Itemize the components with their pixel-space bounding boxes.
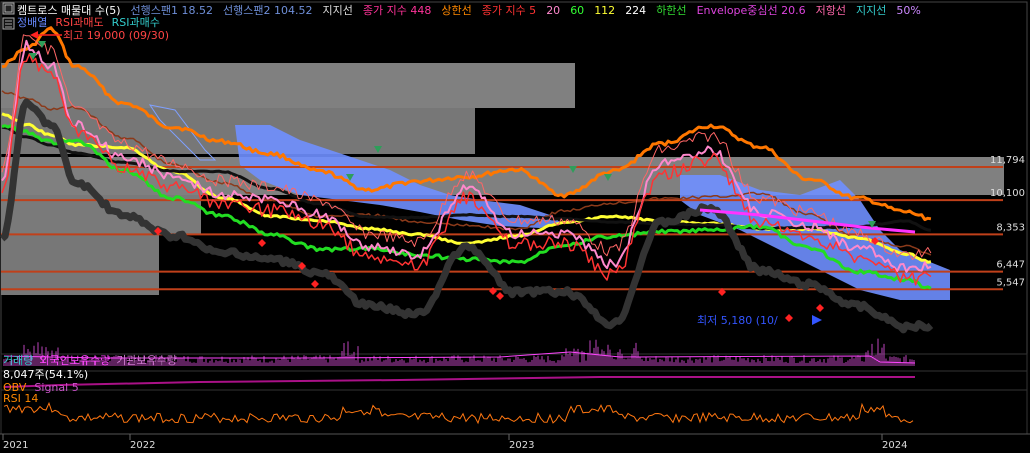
legend-item: 하한선 xyxy=(656,3,686,17)
price-level-label: 10,100 xyxy=(990,188,1025,199)
chart-canvas[interactable]: 11,794 10,100 8,353 6,447 5,547 2021 2022 2023… xyxy=(0,0,1030,453)
legend-item: 20 xyxy=(546,4,560,17)
legend-item: 외국인보유수량 xyxy=(39,354,110,367)
legend-item: 112 xyxy=(594,4,615,17)
legend-item: 지지선 xyxy=(322,4,352,17)
legend-item: 50% xyxy=(896,4,920,17)
low-label: 최저 5,180 (10/ xyxy=(697,314,778,327)
legend-item: Envelope중심선 20.6 xyxy=(697,4,806,17)
legend-item: RSI과매수 xyxy=(112,16,160,29)
legend-item: 224 xyxy=(625,4,646,17)
volume-profile-bar xyxy=(1,235,159,295)
legend-item: 거래량 xyxy=(3,354,33,367)
settings-icon[interactable] xyxy=(2,2,15,15)
legend-item: 종가 지수 5 xyxy=(482,4,536,17)
legend-item: Signal 5 xyxy=(34,381,78,394)
volume-readout: 8,047주(54.1%) xyxy=(3,368,88,381)
low-annotation: 최저 5,180 (10/ xyxy=(697,314,778,327)
legend-item: 지지선 xyxy=(856,4,886,17)
legend-item: 정배열 xyxy=(17,16,47,29)
legend-item: 기관보유수량 xyxy=(116,354,177,367)
legend-item: 종가 지수 448 xyxy=(363,4,431,17)
legend-item: 상한선 xyxy=(441,4,471,17)
legend-item: 저항선 xyxy=(816,4,846,17)
high-label: 최고 19,000 (09/30) xyxy=(63,29,169,42)
legend-item: 선행스팬2 104.52 xyxy=(223,4,312,17)
x-tick-label: 2024 xyxy=(882,440,907,451)
top-legend-row: 켐트로스 매물대 수(5) 선행스팬1 18.52 선행스팬2 104.52 지지선 종… xyxy=(17,3,921,17)
legend-item: RSI과매도 xyxy=(55,16,103,29)
x-tick-label: 2022 xyxy=(130,440,155,451)
stock-chart[interactable]: 11,794 10,100 8,353 6,447 5,547 2021 2022 2023… xyxy=(0,0,1030,453)
price-level-label: 8,353 xyxy=(996,222,1025,233)
legend-item: RSI 14 xyxy=(3,392,38,405)
price-level-label: 5,547 xyxy=(996,277,1025,288)
price-level-label: 6,447 xyxy=(996,260,1025,271)
x-tick-label: 2021 xyxy=(3,440,28,451)
volume-profile-bar xyxy=(1,63,575,108)
x-tick-label: 2023 xyxy=(509,440,534,451)
rsi-legend: RSI 14 xyxy=(3,392,38,405)
config-icon[interactable] xyxy=(2,17,15,30)
legend-item: 60 xyxy=(570,4,584,17)
indicator-legend-row: 정배열 RSI과매도 RSI과매수 xyxy=(17,16,160,29)
volume-legend: 거래량 외국인보유수량 기관보유수량 xyxy=(3,354,177,367)
price-level-label: 11,794 xyxy=(990,155,1025,166)
